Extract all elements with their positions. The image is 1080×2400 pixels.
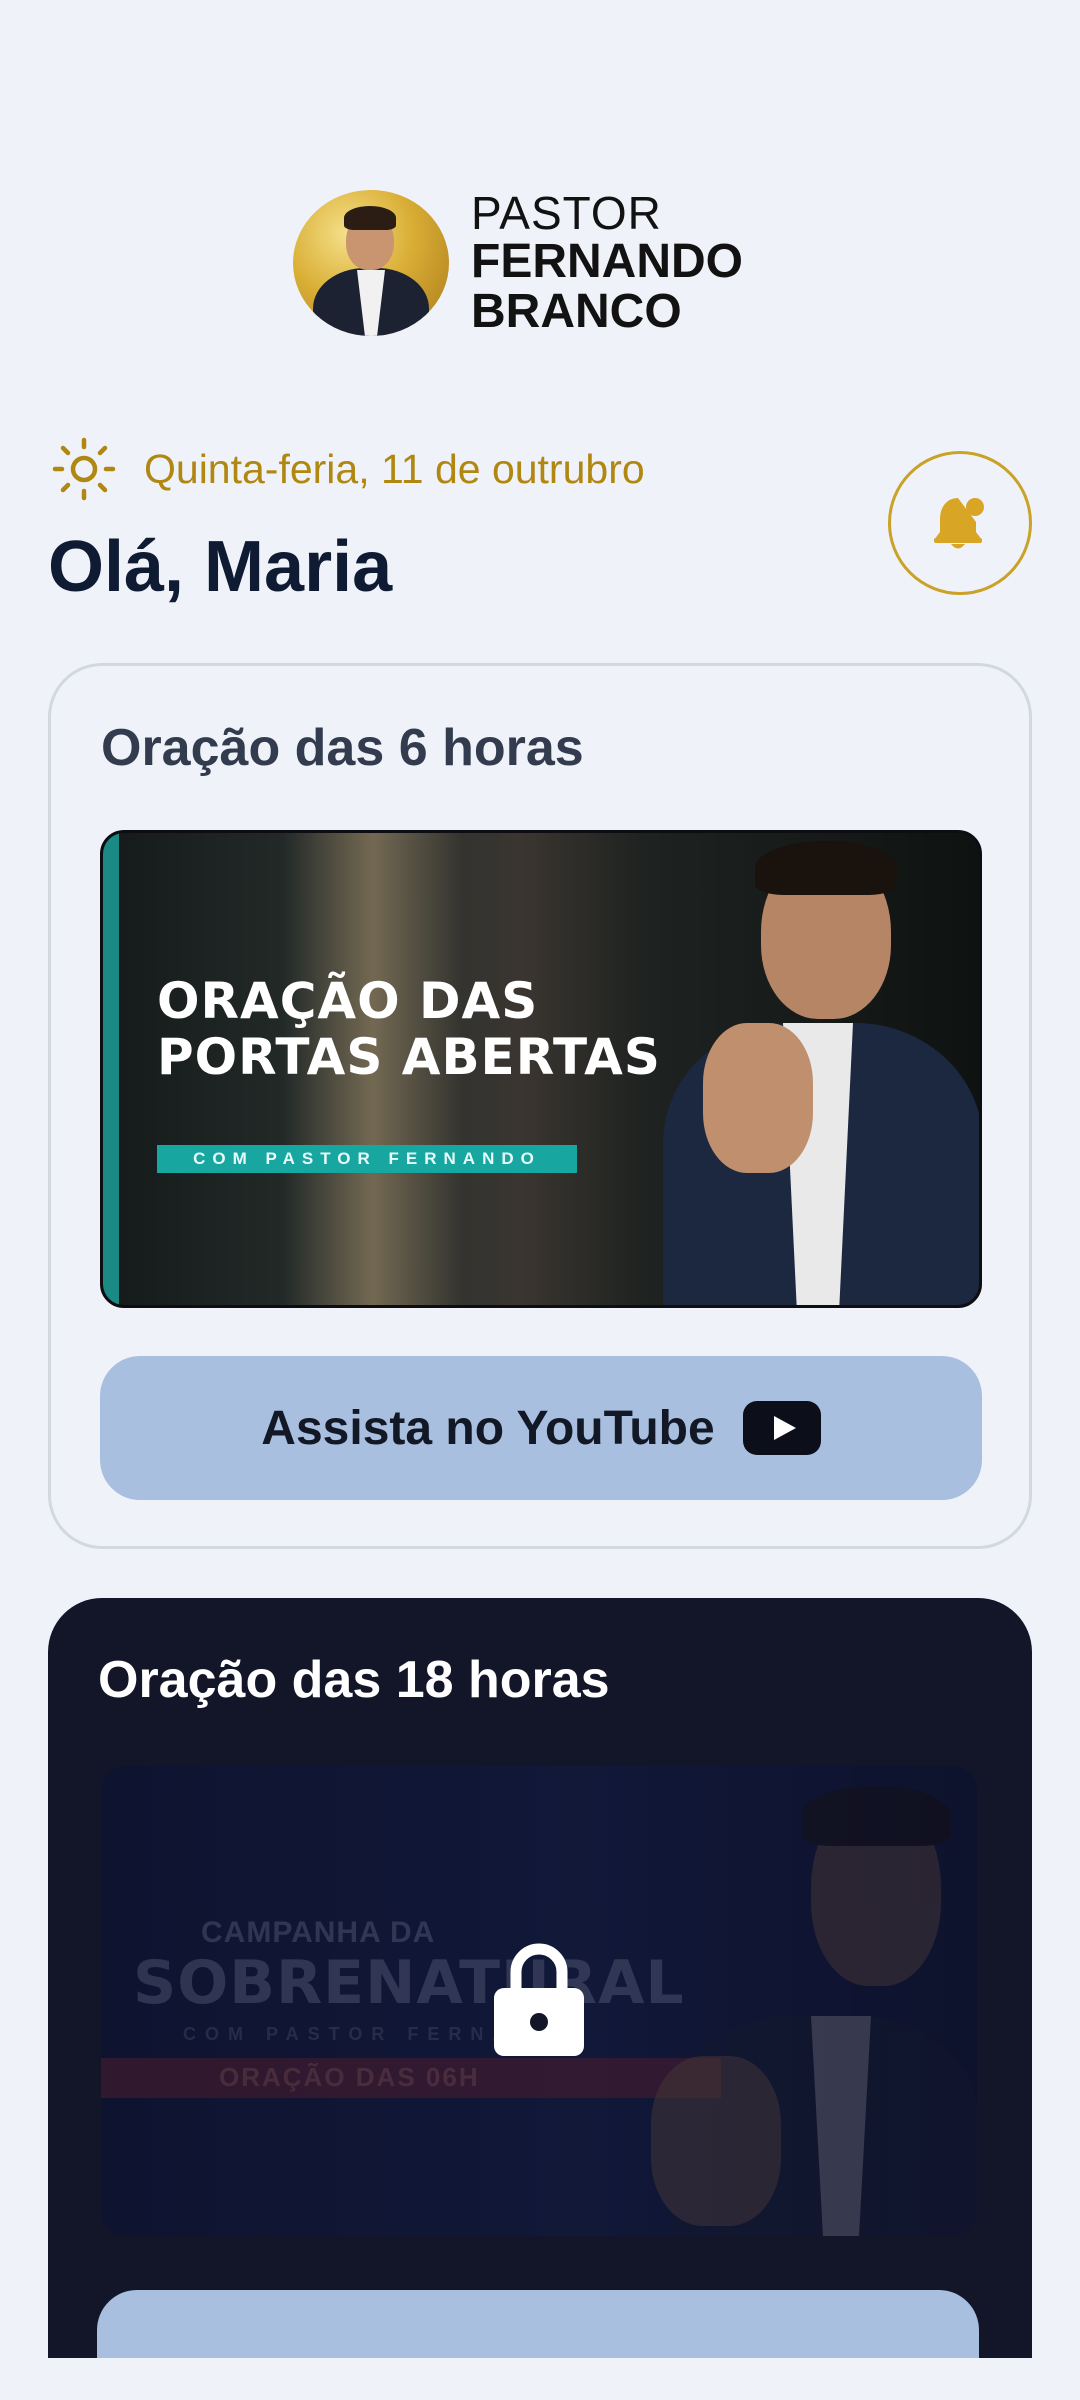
brand-line-2: FERNANDO <box>471 235 743 288</box>
prayer-card-18h: Oração das 18 horas CAMPANHA DA SOBRENAT… <box>48 1598 1032 2358</box>
lock-icon <box>494 1943 584 2056</box>
thumbnail-subtitle: COM PASTOR FERNANDO <box>157 1145 577 1173</box>
video-thumbnail[interactable]: ORAÇÃO DAS PORTAS ABERTAS COM PASTOR FER… <box>100 830 982 1308</box>
locked-card-button[interactable] <box>97 2290 979 2358</box>
notifications-button[interactable] <box>888 451 1032 595</box>
sun-icon <box>52 437 116 501</box>
current-date: Quinta-feria, 11 de outrubro <box>144 445 645 492</box>
card-title: Oração das 18 horas <box>98 1651 610 1709</box>
youtube-icon <box>742 1401 821 1455</box>
locked-video-thumbnail[interactable]: CAMPANHA DA SOBRENATURAL COM PASTOR FERN… <box>101 1766 977 2236</box>
watch-youtube-label: Assista no YouTube <box>261 1401 715 1455</box>
brand-line-3: BRANCO <box>471 285 682 338</box>
bell-icon <box>934 498 984 549</box>
thumbnail-title: ORAÇÃO DAS PORTAS ABERTAS <box>157 972 661 1086</box>
pastor-avatar <box>293 190 449 336</box>
prayer-card-6h: Oração das 6 horas ORAÇÃO DAS PORTAS ABE… <box>48 663 1032 1549</box>
brand-name: PASTOR FERNANDO BRANCO <box>471 190 743 336</box>
brand-logo: PASTOR FERNANDO BRANCO <box>293 190 743 336</box>
pastor-photo <box>643 833 979 1305</box>
greeting-title: Olá, Maria <box>48 527 393 607</box>
watch-youtube-button[interactable]: Assista no YouTube <box>100 1356 982 1500</box>
date-row: Quinta-feria, 11 de outrubro <box>50 437 645 501</box>
card-title: Oração das 6 horas <box>101 719 584 777</box>
brand-line-1: PASTOR <box>471 187 662 239</box>
